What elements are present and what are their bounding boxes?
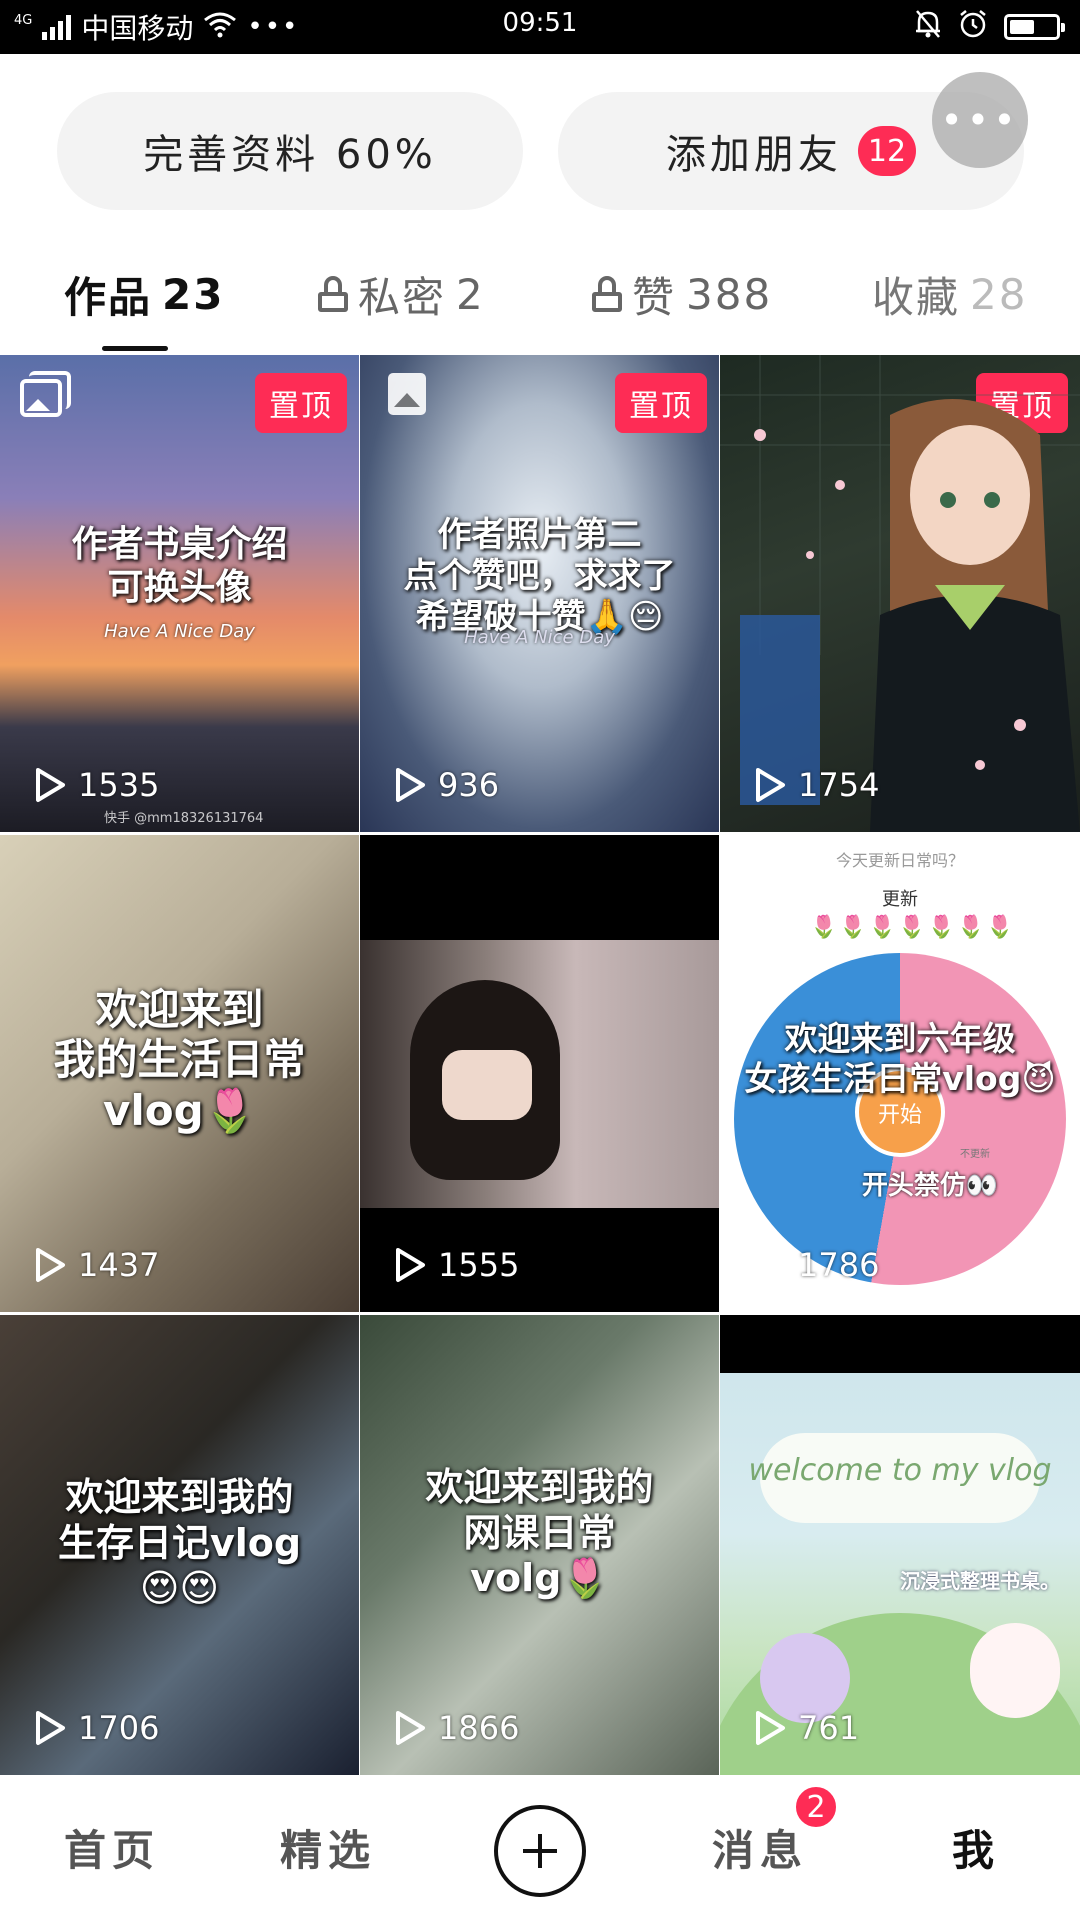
play-count: 936: [394, 766, 499, 804]
tab-likes-label: 赞: [632, 272, 677, 322]
video-tile[interactable]: 今天更新日常吗？ 更新 🌷🌷🌷🌷🌷🌷🌷 开始 不更新 欢迎来到六年级 女孩生活日…: [720, 835, 1080, 1312]
nav-me[interactable]: 我: [952, 1817, 1000, 1878]
video-tile[interactable]: 欢迎来到我的 生存日记vlog 😍😍 1706: [0, 1315, 359, 1775]
play-count: 1706: [34, 1709, 159, 1747]
profile-tabs: 作品 23 私密 2 赞 388 收藏 28: [0, 250, 1080, 351]
play-count-value: 1706: [78, 1709, 160, 1747]
tab-private-count: 2: [456, 269, 485, 319]
play-count: 1437: [34, 1246, 159, 1284]
video-title: welcome to my vlog: [748, 1453, 1052, 1488]
play-icon: [34, 767, 66, 803]
active-tab-indicator: [102, 346, 168, 351]
play-count-value: 1866: [438, 1709, 520, 1747]
play-icon: [34, 1247, 66, 1283]
image-icon: [388, 373, 426, 415]
anime-character-image: [720, 355, 1080, 832]
tab-private-label: 私密: [358, 272, 447, 322]
tab-works[interactable]: 作品 23: [64, 264, 224, 324]
caption-text: 开头禁仿👀: [861, 1171, 999, 1201]
play-count-value: 1437: [78, 1246, 160, 1284]
complete-profile-label: 完善资料 60%: [143, 132, 437, 178]
nav-messages[interactable]: 消息: [712, 1817, 808, 1878]
tab-favorites-count: 28: [970, 269, 1028, 319]
play-count-value: 761: [798, 1709, 860, 1747]
alarm-icon: [958, 9, 988, 46]
play-count: 761: [754, 1709, 859, 1747]
add-friends-label: 添加朋友: [665, 132, 842, 178]
play-icon: [754, 1247, 786, 1283]
play-icon: [394, 1247, 426, 1283]
play-icon: [754, 767, 786, 803]
play-count-value: 1786: [798, 1246, 880, 1284]
pinned-badge: 置顶: [255, 373, 347, 433]
more-dots-icon: •••: [940, 98, 1020, 142]
tab-favorites-label: 收藏: [872, 272, 961, 322]
messages-badge: 2: [794, 1785, 838, 1829]
play-count-value: 1754: [798, 766, 880, 804]
video-tile[interactable]: 置顶 作者照片第二 点个赞吧，求求了 希望破十赞🙏😔 Have A Nice D…: [360, 355, 719, 832]
play-count: 1866: [394, 1709, 519, 1747]
play-icon: [754, 1710, 786, 1746]
tab-likes-count: 388: [686, 269, 773, 319]
lock-icon: [592, 276, 622, 312]
video-tile[interactable]: 欢迎来到 我的生活日常 vlog🌷 1437: [0, 835, 359, 1312]
play-count-value: 936: [438, 766, 500, 804]
play-count: 1786: [754, 1246, 879, 1284]
friends-badge: 12: [857, 126, 917, 176]
no-update-text: 不更新: [960, 1149, 990, 1160]
video-grid: 置顶 作者书桌介绍 可换头像 Have A Nice Day 1535 快手 @…: [0, 355, 1080, 1775]
question-text: 今天更新日常吗？: [835, 851, 964, 870]
update-text: 更新: [882, 889, 918, 910]
album-icon: [20, 371, 72, 419]
video-title: 欢迎来到 我的生活日常 vlog🌷: [53, 985, 306, 1135]
play-icon: [394, 767, 426, 803]
tab-private[interactable]: 私密 2: [318, 264, 485, 324]
video-subtitle: Have A Nice Day: [464, 627, 615, 648]
video-tile[interactable]: welcome to my vlog 沉浸式整理书桌。 761: [720, 1315, 1080, 1775]
bell-muted-icon: [914, 9, 942, 46]
tab-works-count: 23: [162, 269, 225, 319]
video-frame: [360, 940, 719, 1208]
pinned-badge: 置顶: [615, 373, 707, 433]
tulip-row: 🌷🌷🌷🌷🌷🌷🌷: [810, 915, 1016, 940]
nav-home[interactable]: 首页: [64, 1817, 160, 1878]
video-title: 作者照片第二 点个赞吧，求求了 希望破十赞🙏😔: [403, 515, 676, 637]
video-tile[interactable]: 欢迎来到我的 网课日常 volg🌷 1866: [360, 1315, 719, 1775]
tab-likes[interactable]: 赞 388: [592, 264, 772, 324]
watermark: 快手 @mm18326131764: [104, 811, 264, 826]
tab-favorites[interactable]: 收藏 28: [872, 264, 1027, 324]
play-count: 1754: [754, 766, 879, 804]
video-title: 欢迎来到我的 生存日记vlog 😍😍: [57, 1475, 302, 1611]
lock-icon: [318, 276, 348, 312]
play-count: 1555: [394, 1246, 519, 1284]
start-text: 开始: [877, 1103, 922, 1128]
complete-profile-button[interactable]: 完善资料 60%: [57, 92, 523, 210]
nav-featured[interactable]: 精选: [280, 1817, 376, 1878]
create-post-button[interactable]: [494, 1805, 586, 1897]
video-title: 欢迎来到六年级 女孩生活日常vlog😈: [744, 1019, 1056, 1098]
battery-icon: [1004, 14, 1065, 40]
face-mask: [442, 1050, 532, 1120]
play-count-value: 1535: [78, 766, 160, 804]
video-subtitle: Have A Nice Day: [104, 621, 255, 642]
more-options-button[interactable]: •••: [932, 72, 1028, 168]
status-right: [914, 8, 1065, 46]
tab-works-label: 作品: [64, 272, 153, 322]
bottom-navigation: 首页 精选 消息 2 我: [0, 1775, 1080, 1920]
play-count-value: 1555: [438, 1246, 520, 1284]
status-bar: 4G 中国移动 ••• 09:51: [0, 0, 1080, 54]
caption-text: 沉浸式整理书桌。: [900, 1569, 1060, 1593]
video-title: 作者书桌介绍 可换头像: [71, 524, 288, 609]
panda-sticker: [970, 1623, 1060, 1718]
play-icon: [34, 1710, 66, 1746]
video-tile[interactable]: 置顶 1754: [720, 355, 1080, 832]
play-count: 1535: [34, 766, 159, 804]
video-tile[interactable]: 1555: [360, 835, 719, 1312]
video-tile[interactable]: 置顶 作者书桌介绍 可换头像 Have A Nice Day 1535 快手 @…: [0, 355, 359, 832]
play-icon: [394, 1710, 426, 1746]
video-title: 欢迎来到我的 网课日常 volg🌷: [425, 1465, 654, 1601]
